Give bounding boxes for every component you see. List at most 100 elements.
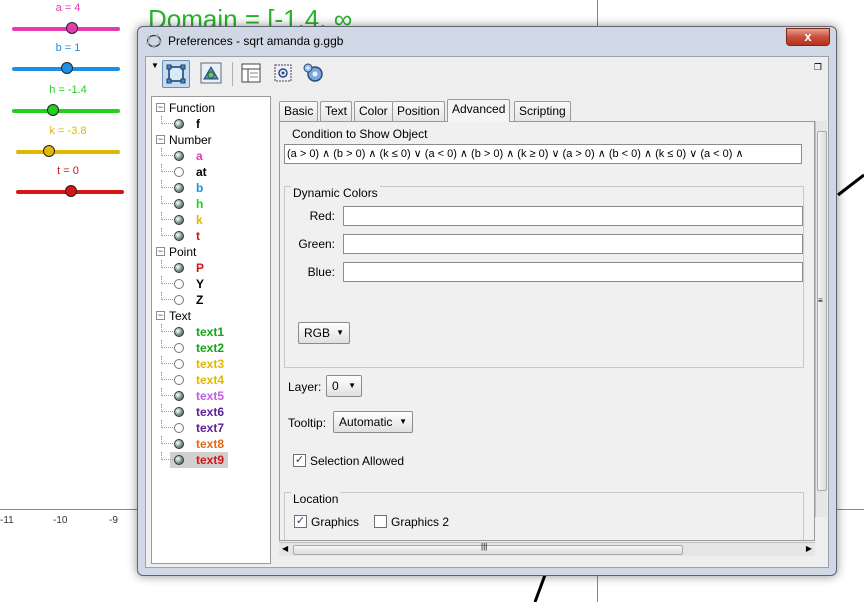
- visibility-toggle-icon[interactable]: [174, 263, 184, 273]
- tree-item[interactable]: text3: [152, 356, 270, 372]
- visibility-toggle-icon[interactable]: [174, 455, 184, 465]
- tree-category[interactable]: − Text: [152, 308, 270, 324]
- tree-item[interactable]: b: [152, 180, 270, 196]
- tree-connector: [161, 452, 173, 460]
- close-button[interactable]: x: [786, 28, 830, 46]
- object-properties-button[interactable]: [162, 60, 190, 88]
- tree-connector: [161, 228, 173, 236]
- visibility-toggle-icon[interactable]: [174, 151, 184, 161]
- tree-item[interactable]: text1: [152, 324, 270, 340]
- scrollbar-thumb[interactable]: [817, 131, 827, 491]
- blue-input[interactable]: [343, 262, 803, 282]
- tab-basic[interactable]: Basic: [279, 101, 319, 121]
- scroll-left-icon[interactable]: ◀: [282, 544, 288, 553]
- selection-allowed-label: Selection Allowed: [310, 454, 405, 468]
- visibility-toggle-icon[interactable]: [174, 343, 184, 353]
- tree-item[interactable]: P: [152, 260, 270, 276]
- visibility-toggle-icon[interactable]: [174, 231, 184, 241]
- collapse-icon[interactable]: −: [156, 247, 165, 256]
- graphics-checkbox[interactable]: ✓: [294, 515, 307, 528]
- tree-item[interactable]: text4: [152, 372, 270, 388]
- tree-connector: [161, 180, 173, 188]
- tree-connector: [161, 388, 173, 396]
- toolbar: ▼ ❐: [146, 57, 828, 95]
- tree-item[interactable]: text9: [152, 452, 270, 468]
- tree-connector: [161, 148, 173, 156]
- visibility-toggle-icon[interactable]: [174, 199, 184, 209]
- red-input[interactable]: [343, 206, 803, 226]
- visibility-toggle-icon[interactable]: [174, 359, 184, 369]
- visibility-toggle-icon[interactable]: [174, 119, 184, 129]
- vertical-scrollbar[interactable]: ≡: [815, 121, 827, 517]
- visibility-toggle-icon[interactable]: [174, 375, 184, 385]
- tree-item[interactable]: Z: [152, 292, 270, 308]
- scrollbar-grip-icon: ≡: [818, 296, 823, 305]
- tree-connector: [161, 420, 173, 428]
- tree-item[interactable]: h: [152, 196, 270, 212]
- dynamic-colors-title: Dynamic Colors: [291, 186, 380, 200]
- tree-item[interactable]: text5: [152, 388, 270, 404]
- green-input[interactable]: [343, 234, 803, 254]
- advanced-settings-icon: [303, 63, 323, 82]
- tab-text[interactable]: Text: [320, 101, 353, 121]
- tree-item[interactable]: t: [152, 228, 270, 244]
- tree-item-label: t: [196, 229, 200, 243]
- visibility-toggle-icon[interactable]: [174, 391, 184, 401]
- layer-value: 0: [332, 379, 339, 393]
- visibility-toggle-icon[interactable]: [174, 279, 184, 289]
- tab-scripting[interactable]: Scripting: [514, 101, 571, 121]
- tree-item[interactable]: a: [152, 148, 270, 164]
- tree-item[interactable]: text8: [152, 436, 270, 452]
- tree-connector: [161, 356, 173, 364]
- visibility-toggle-icon[interactable]: [174, 167, 184, 177]
- visibility-toggle-icon[interactable]: [174, 327, 184, 337]
- tree-item[interactable]: text7: [152, 420, 270, 436]
- advanced-settings-button[interactable]: [300, 60, 328, 88]
- visibility-toggle-icon[interactable]: [174, 439, 184, 449]
- visibility-toggle-icon[interactable]: [174, 423, 184, 433]
- condition-input[interactable]: (a > 0) ∧ (b > 0) ∧ (k ≤ 0) ∨ (a < 0) ∧ …: [284, 144, 802, 164]
- visibility-toggle-icon[interactable]: [174, 407, 184, 417]
- tree-connector: [161, 260, 173, 268]
- visibility-toggle-icon[interactable]: [174, 183, 184, 193]
- tab-color[interactable]: Color: [354, 101, 393, 121]
- collapse-icon[interactable]: −: [156, 135, 165, 144]
- tree-item[interactable]: text6: [152, 404, 270, 420]
- layer-dropdown[interactable]: 0 ▼: [326, 375, 362, 397]
- tree-item-label: P: [196, 261, 205, 275]
- tooltip-dropdown[interactable]: Automatic ▼: [333, 411, 413, 433]
- collapse-icon[interactable]: −: [156, 103, 165, 112]
- horizontal-scrollbar[interactable]: ◀ ||| ▶: [279, 542, 815, 556]
- dynamic-colors-group: Dynamic Colors Red: Green: Blue: RGB ▼: [284, 186, 804, 368]
- scroll-right-icon[interactable]: ▶: [806, 544, 812, 553]
- graphics2-checkbox[interactable]: [374, 515, 387, 528]
- scrollbar-thumb[interactable]: [293, 545, 683, 555]
- layout-settings-button[interactable]: [238, 60, 266, 88]
- tree-category[interactable]: − Number: [152, 132, 270, 148]
- tree-item[interactable]: at: [152, 164, 270, 180]
- tab-position[interactable]: Position: [392, 101, 445, 121]
- tab-advanced[interactable]: Advanced: [447, 99, 511, 122]
- title-bar[interactable]: Preferences - sqrt amanda g.ggb x: [138, 27, 836, 55]
- defaults-settings-button[interactable]: [270, 60, 298, 88]
- tree-item[interactable]: text2: [152, 340, 270, 356]
- restore-window-icon[interactable]: ❐: [814, 62, 822, 73]
- tree-connector: [161, 340, 173, 348]
- color-space-dropdown[interactable]: RGB ▼: [298, 322, 350, 344]
- toolbar-menu-arrow-icon[interactable]: ▼: [151, 61, 159, 70]
- visibility-toggle-icon[interactable]: [174, 295, 184, 305]
- object-tree[interactable]: − Function f − Number a at b h k t − Point P Y Z − Text te…: [151, 96, 271, 564]
- selection-allowed-checkbox[interactable]: ✓: [293, 454, 306, 467]
- tree-category[interactable]: − Function: [152, 100, 270, 116]
- visibility-toggle-icon[interactable]: [174, 215, 184, 225]
- graphics-settings-button[interactable]: [198, 60, 226, 88]
- tooltip-label: Tooltip:: [288, 416, 327, 430]
- tree-item[interactable]: Y: [152, 276, 270, 292]
- tree-category[interactable]: − Point: [152, 244, 270, 260]
- tree-item-label: Y: [196, 277, 205, 291]
- tree-item[interactable]: f: [152, 116, 270, 132]
- condition-group: Condition to Show Object (a > 0) ∧ (b > …: [284, 126, 806, 172]
- tree-item-label: text1: [196, 325, 225, 339]
- tree-item[interactable]: k: [152, 212, 270, 228]
- collapse-icon[interactable]: −: [156, 311, 165, 320]
